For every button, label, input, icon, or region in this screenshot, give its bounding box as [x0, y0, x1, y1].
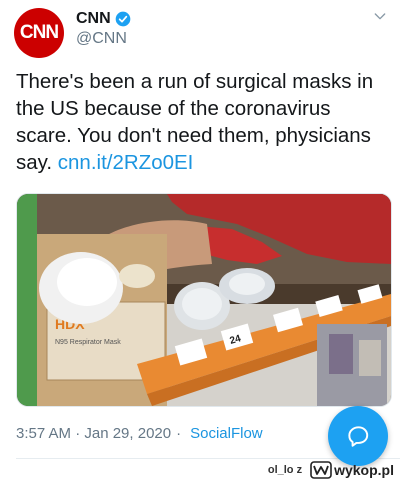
tweet-source[interactable]: SocialFlow — [190, 425, 263, 442]
author-name-row: CNN — [76, 10, 131, 28]
store-shelf-photo: HDX N95 Respirator Mask 24 — [17, 194, 391, 406]
verified-badge-icon — [115, 11, 131, 27]
watermark-user: ol_lo z — [267, 464, 303, 476]
tweet-link[interactable]: cnn.it/2RZo0EI — [58, 151, 194, 174]
tweet-media-photo[interactable]: HDX N95 Respirator Mask 24 — [16, 193, 392, 407]
tweet-meta: 3:57 AM · Jan 29, 2020 · SocialFlow — [16, 425, 263, 442]
wykop-logo-icon — [310, 461, 332, 479]
author-handle[interactable]: @CNN — [76, 30, 127, 48]
tweet-text: There's been a run of surgical masks in … — [16, 68, 388, 176]
chevron-down-icon[interactable] — [372, 8, 388, 24]
avatar-logo-text: CNN — [19, 22, 59, 43]
author-display-name[interactable]: CNN — [76, 10, 111, 28]
tweet-timestamp[interactable]: 3:57 AM · Jan 29, 2020 — [16, 425, 171, 442]
watermark-brand: wykop.pl — [334, 462, 394, 478]
compose-reply-icon — [348, 426, 369, 447]
compose-reply-button[interactable] — [328, 406, 388, 466]
watermark: ol_lo z wykop.pl — [268, 461, 394, 479]
box-label-text: N95 Respirator Mask — [55, 339, 121, 346]
avatar[interactable]: CNN — [14, 8, 64, 58]
meta-separator: · — [176, 425, 182, 442]
